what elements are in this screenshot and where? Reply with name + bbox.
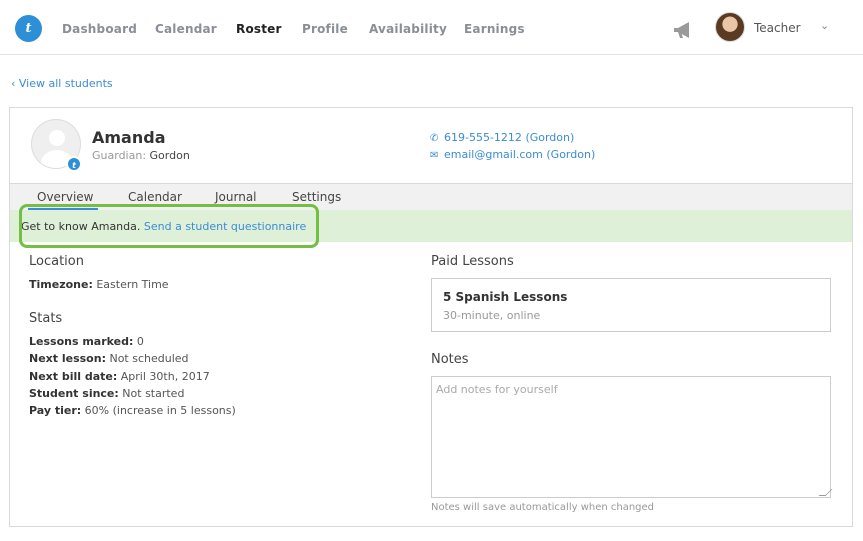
stats-value: 0 bbox=[136, 335, 144, 348]
phone-icon: ✆ bbox=[430, 133, 439, 144]
student-name: Amanda bbox=[92, 128, 166, 147]
stats-title: Stats bbox=[29, 311, 63, 326]
guardian-label: Guardian: bbox=[92, 149, 147, 162]
nav-item-profile[interactable]: Profile bbox=[302, 22, 348, 36]
stats-row: Lessons marked: 0 bbox=[29, 335, 144, 348]
student-card: t Amanda Guardian: Gordon ✆ 619-555-1212 … bbox=[9, 107, 853, 527]
stats-row: Pay tier: 60% (increase in 5 lessons) bbox=[29, 404, 236, 417]
stats-label: Next lesson: bbox=[29, 352, 106, 365]
stats-value: 60% (increase in 5 lessons) bbox=[84, 404, 236, 417]
stats-value: Not started bbox=[122, 387, 185, 400]
user-avatar[interactable] bbox=[715, 12, 745, 42]
stats-label: Lessons marked: bbox=[29, 335, 134, 348]
user-menu-label[interactable]: Teacher bbox=[754, 21, 801, 35]
lesson-package-card: 5 Spanish Lessons 30-minute, online bbox=[431, 278, 831, 332]
guardian-line: Guardian: Gordon bbox=[92, 149, 190, 162]
timezone-label: Timezone: bbox=[29, 278, 93, 291]
timezone-value: Eastern Time bbox=[96, 278, 169, 291]
top-navigation: t Dashboard Calendar Roster Profile Avai… bbox=[0, 0, 863, 55]
nav-item-roster[interactable]: Roster bbox=[236, 22, 282, 36]
stats-value: Not scheduled bbox=[109, 352, 189, 365]
guardian-name: Gordon bbox=[149, 149, 190, 162]
email-owner: (Gordon) bbox=[546, 148, 596, 161]
stats-row: Next bill date: April 30th, 2017 bbox=[29, 370, 210, 383]
tab-journal[interactable]: Journal bbox=[215, 190, 257, 204]
paid-lessons-title: Paid Lessons bbox=[431, 254, 514, 269]
stats-row: Next lesson: Not scheduled bbox=[29, 352, 189, 365]
email-row[interactable]: ✉ email@gmail.com (Gordon) bbox=[430, 148, 595, 161]
nav-item-calendar[interactable]: Calendar bbox=[155, 22, 217, 36]
tab-settings[interactable]: Settings bbox=[292, 190, 341, 204]
phone-number[interactable]: 619-555-1212 bbox=[444, 131, 522, 144]
stats-row: Student since: Not started bbox=[29, 387, 184, 400]
tab-overview[interactable]: Overview bbox=[37, 190, 94, 204]
view-all-students-link[interactable]: ‹ View all students bbox=[11, 77, 113, 90]
stats-label: Pay tier: bbox=[29, 404, 82, 417]
lesson-package-title: 5 Spanish Lessons bbox=[443, 290, 568, 304]
timezone-line: Timezone: Eastern Time bbox=[29, 278, 169, 291]
notes-textarea[interactable] bbox=[431, 376, 831, 498]
lesson-package-details: 30-minute, online bbox=[443, 309, 541, 322]
logo-icon[interactable]: t bbox=[15, 15, 42, 42]
location-title: Location bbox=[29, 254, 84, 269]
envelope-icon: ✉ bbox=[430, 150, 439, 161]
nav-item-availability[interactable]: Availability bbox=[369, 22, 447, 36]
logo-text: t bbox=[25, 21, 32, 36]
brand-badge-icon: t bbox=[66, 156, 82, 172]
megaphone-icon[interactable] bbox=[672, 20, 694, 40]
chevron-down-icon[interactable]: ⌄ bbox=[820, 19, 829, 32]
avatar-placeholder-head bbox=[49, 130, 65, 146]
phone-owner: (Gordon) bbox=[525, 131, 575, 144]
nav-item-dashboard[interactable]: Dashboard bbox=[62, 22, 137, 36]
stats-value: April 30th, 2017 bbox=[120, 370, 210, 383]
email-address[interactable]: email@gmail.com bbox=[444, 148, 543, 161]
notes-title: Notes bbox=[431, 352, 469, 367]
notes-autosave-hint: Notes will save automatically when chang… bbox=[431, 502, 655, 513]
stats-label: Next bill date: bbox=[29, 370, 118, 383]
stats-label: Student since: bbox=[29, 387, 119, 400]
nav-item-earnings[interactable]: Earnings bbox=[464, 22, 525, 36]
tab-calendar[interactable]: Calendar bbox=[128, 190, 182, 204]
highlight-callout bbox=[19, 204, 319, 248]
phone-row[interactable]: ✆ 619-555-1212 (Gordon) bbox=[430, 131, 574, 144]
